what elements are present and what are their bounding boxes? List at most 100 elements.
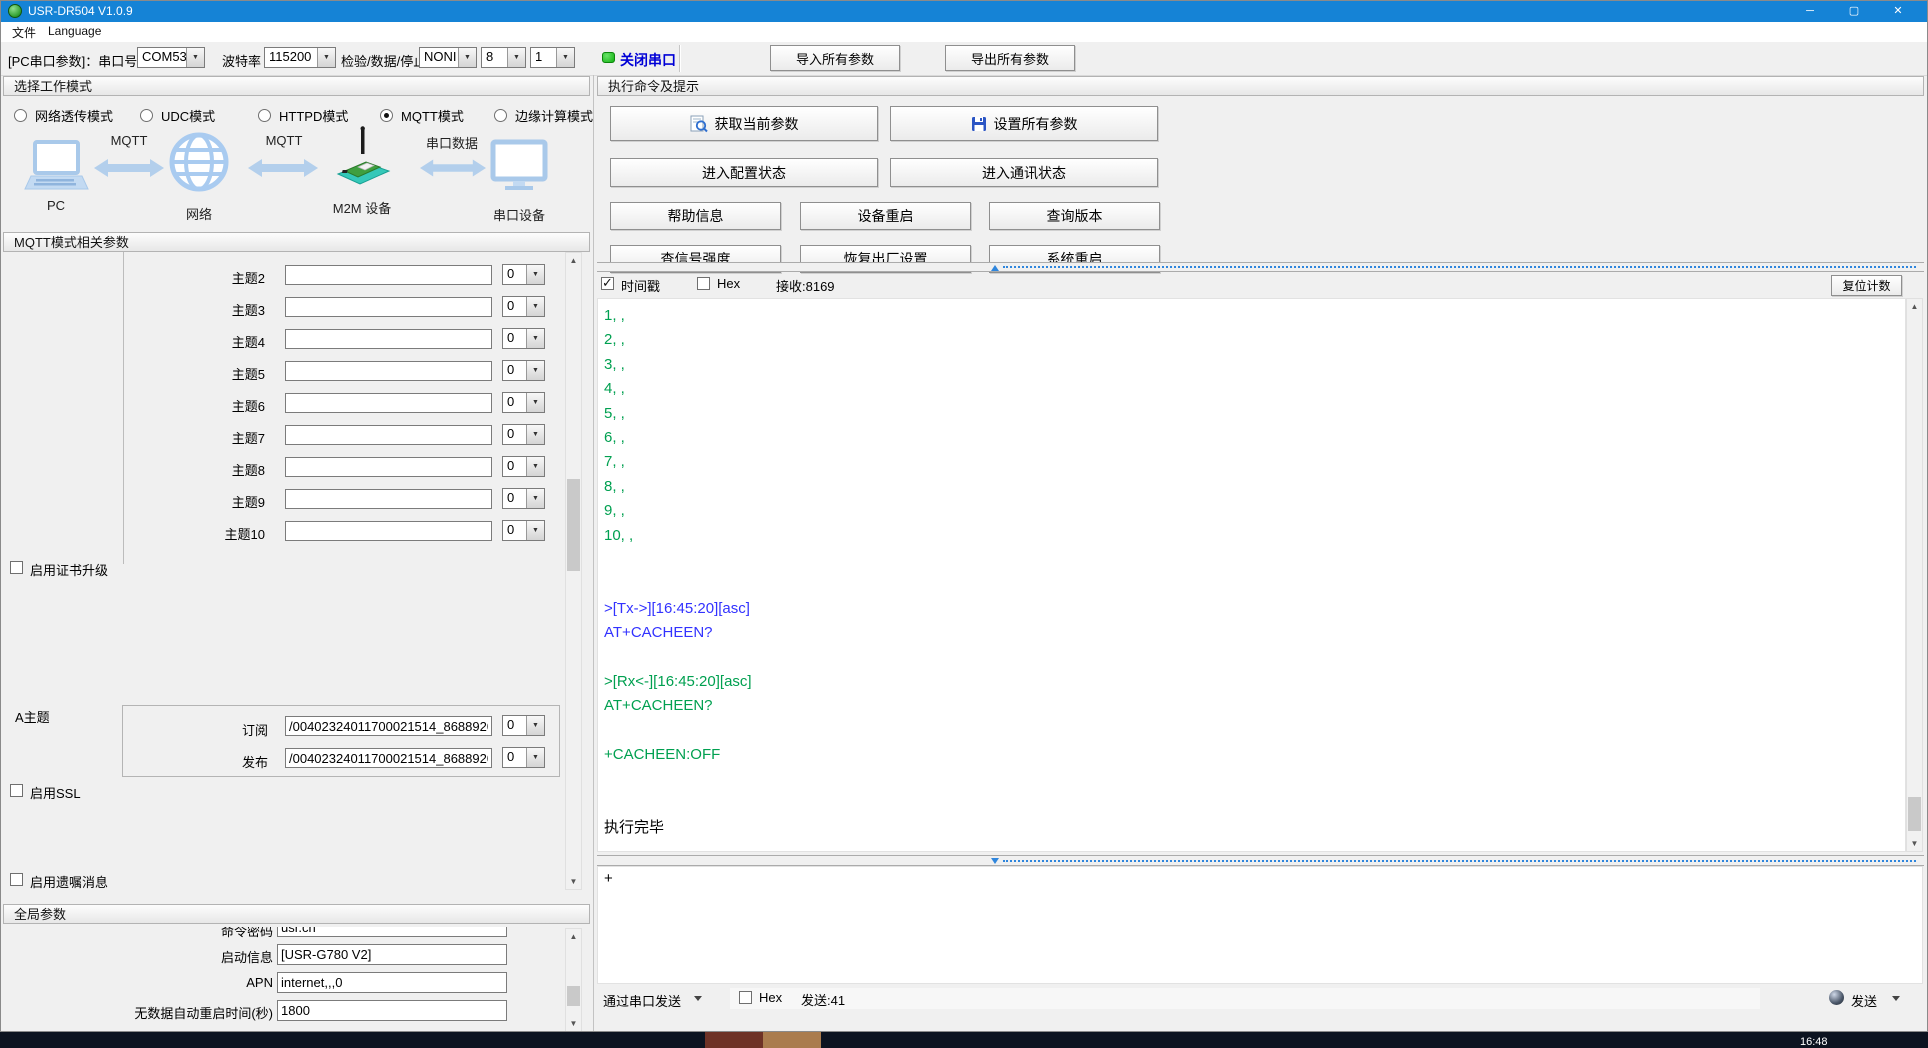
set-params-button[interactable]: 设置所有参数 xyxy=(890,106,1158,141)
databits-combo[interactable]: 8▼ xyxy=(481,47,526,68)
publish-topic-input[interactable] xyxy=(285,748,492,768)
chevron-down-icon[interactable]: ▼ xyxy=(526,297,544,316)
maximize-button[interactable]: ▢ xyxy=(1838,0,1870,22)
panel-separator[interactable] xyxy=(593,75,594,1032)
topic-qos-combo[interactable]: 0▼ xyxy=(502,392,545,413)
chevron-down-icon[interactable] xyxy=(1892,996,1900,1001)
radio-icon[interactable] xyxy=(494,109,507,122)
scroll-up-icon[interactable]: ▲ xyxy=(566,929,581,944)
topic-input[interactable] xyxy=(285,265,492,285)
minimize-button[interactable]: ─ xyxy=(1794,0,1826,22)
timestamp-checkbox[interactable] xyxy=(601,277,614,290)
chevron-down-icon[interactable]: ▼ xyxy=(526,265,544,284)
collapse-up-icon[interactable] xyxy=(991,265,999,271)
mode-radio-3[interactable]: HTTPD模式 xyxy=(258,106,348,125)
topic-input[interactable] xyxy=(285,329,492,349)
topic-input[interactable] xyxy=(285,521,492,541)
mode-radio-2[interactable]: UDC模式 xyxy=(140,106,215,125)
query-version-button[interactable]: 查询版本 xyxy=(989,202,1160,230)
send-splitter[interactable] xyxy=(597,855,1924,866)
scroll-up-icon[interactable]: ▲ xyxy=(1907,299,1922,314)
taskbar-item[interactable] xyxy=(705,1032,763,1048)
chevron-down-icon[interactable] xyxy=(694,996,702,1001)
stopbits-combo[interactable]: 1▼ xyxy=(530,47,575,68)
no-data-restart-input[interactable] xyxy=(277,1000,507,1021)
cmd-password-input[interactable] xyxy=(277,927,507,937)
topic-input[interactable] xyxy=(285,393,492,413)
enter-comm-button[interactable]: 进入通讯状态 xyxy=(890,158,1158,187)
log-scrollbar[interactable]: ▲ ▼ xyxy=(1906,298,1923,852)
scrollbar-thumb[interactable] xyxy=(567,479,580,571)
enter-config-button[interactable]: 进入配置状态 xyxy=(610,158,878,187)
help-button[interactable]: 帮助信息 xyxy=(610,202,781,230)
baud-combo[interactable]: 115200▼ xyxy=(264,47,336,68)
chevron-down-icon[interactable]: ▼ xyxy=(526,521,544,540)
log-splitter[interactable] xyxy=(597,262,1924,272)
import-params-button[interactable]: 导入所有参数 xyxy=(770,45,900,71)
subscribe-qos-combo[interactable]: 0▼ xyxy=(502,715,545,736)
close-port-button[interactable]: 关闭串口 xyxy=(620,50,676,70)
chevron-down-icon[interactable]: ▼ xyxy=(526,425,544,444)
publish-qos-combo[interactable]: 0▼ xyxy=(502,747,545,768)
topic-qos-combo[interactable]: 0▼ xyxy=(502,456,545,477)
radio-icon[interactable] xyxy=(258,109,271,122)
scroll-up-icon[interactable]: ▲ xyxy=(566,253,581,268)
mode-radio-4[interactable]: MQTT模式 xyxy=(380,106,464,125)
menu-language[interactable]: Language xyxy=(48,24,101,38)
chevron-down-icon[interactable]: ▼ xyxy=(526,361,544,380)
chevron-down-icon[interactable]: ▼ xyxy=(556,48,574,67)
chevron-down-icon[interactable]: ▼ xyxy=(526,457,544,476)
mqtt-scrollbar[interactable]: ▲ ▼ xyxy=(565,252,582,890)
global-scrollbar[interactable]: ▲ ▼ xyxy=(565,928,582,1032)
collapse-down-icon[interactable] xyxy=(991,858,999,864)
chevron-down-icon[interactable]: ▼ xyxy=(507,48,525,67)
send-input-area[interactable]: + xyxy=(597,866,1923,984)
scrollbar-thumb[interactable] xyxy=(1908,797,1921,831)
subscribe-topic-input[interactable] xyxy=(285,716,492,736)
enable-will-checkbox[interactable] xyxy=(10,873,23,886)
radio-icon[interactable] xyxy=(380,109,393,122)
scroll-down-icon[interactable]: ▼ xyxy=(566,1016,581,1031)
parity-combo[interactable]: NONI▼ xyxy=(419,47,477,68)
reset-count-button[interactable]: 复位计数 xyxy=(1831,275,1902,296)
menu-file[interactable]: 文件 xyxy=(12,24,36,41)
scroll-down-icon[interactable]: ▼ xyxy=(1907,836,1922,851)
chevron-down-icon[interactable]: ▼ xyxy=(526,748,544,767)
log-hex-checkbox[interactable] xyxy=(697,277,710,290)
topic-qos-combo[interactable]: 0▼ xyxy=(502,328,545,349)
radio-icon[interactable] xyxy=(14,109,27,122)
topic-qos-combo[interactable]: 0▼ xyxy=(502,264,545,285)
chevron-down-icon[interactable]: ▼ xyxy=(186,48,204,67)
boot-info-input[interactable] xyxy=(277,944,507,965)
chevron-down-icon[interactable]: ▼ xyxy=(526,489,544,508)
chevron-down-icon[interactable]: ▼ xyxy=(526,329,544,348)
scrollbar-thumb[interactable] xyxy=(567,986,580,1006)
topic-input[interactable] xyxy=(285,457,492,477)
topic-qos-combo[interactable]: 0▼ xyxy=(502,424,545,445)
send-button[interactable]: 发送 xyxy=(1851,991,1877,1010)
scroll-down-icon[interactable]: ▼ xyxy=(566,874,581,889)
topic-qos-combo[interactable]: 0▼ xyxy=(502,296,545,317)
export-params-button[interactable]: 导出所有参数 xyxy=(945,45,1075,71)
topic-qos-combo[interactable]: 0▼ xyxy=(502,488,545,509)
cert-upgrade-checkbox[interactable] xyxy=(10,561,23,574)
enable-ssl-checkbox[interactable] xyxy=(10,784,23,797)
port-combo[interactable]: COM53▼ xyxy=(137,47,205,68)
topic-qos-combo[interactable]: 0▼ xyxy=(502,360,545,381)
close-button[interactable]: ✕ xyxy=(1882,0,1914,22)
chevron-down-icon[interactable]: ▼ xyxy=(526,393,544,412)
radio-icon[interactable] xyxy=(140,109,153,122)
taskbar-item[interactable] xyxy=(763,1032,821,1048)
mode-radio-5[interactable]: 边缘计算模式 xyxy=(494,106,593,125)
topic-input[interactable] xyxy=(285,297,492,317)
get-params-button[interactable]: 获取当前参数 xyxy=(610,106,878,141)
topic-input[interactable] xyxy=(285,425,492,445)
chevron-down-icon[interactable]: ▼ xyxy=(526,716,544,735)
device-restart-button[interactable]: 设备重启 xyxy=(800,202,971,230)
chevron-down-icon[interactable]: ▼ xyxy=(458,48,476,67)
apn-input[interactable] xyxy=(277,972,507,993)
chevron-down-icon[interactable]: ▼ xyxy=(317,48,335,67)
send-via-serial-dropdown[interactable]: 通过串口发送 xyxy=(603,991,681,1010)
topic-qos-combo[interactable]: 0▼ xyxy=(502,520,545,541)
send-hex-checkbox[interactable] xyxy=(739,991,752,1004)
